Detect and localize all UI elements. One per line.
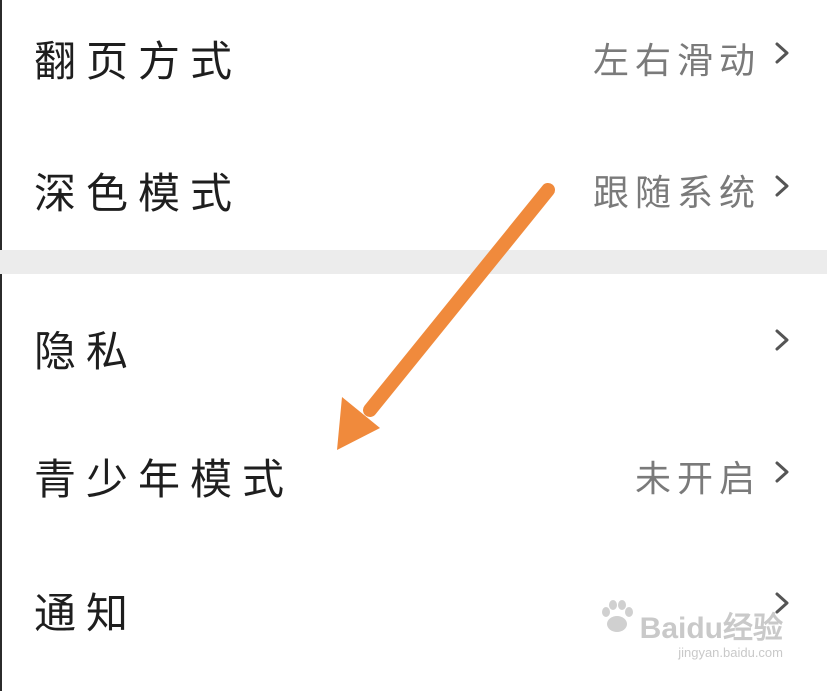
section-divider xyxy=(0,250,827,274)
settings-row-privacy[interactable]: 隐私 xyxy=(0,274,827,404)
setting-label: 隐私 xyxy=(34,327,139,376)
setting-label: 翻页方式 xyxy=(34,37,243,86)
setting-label: 青少年模式 xyxy=(34,455,295,504)
settings-row-dark-mode[interactable]: 深色模式 跟随系统 xyxy=(0,120,827,250)
setting-label: 深色模式 xyxy=(34,169,243,218)
watermark-brand: Baidu经验 xyxy=(639,612,783,645)
watermark-url: jingyan.baidu.com xyxy=(678,645,783,660)
setting-value: 跟随系统 xyxy=(592,173,761,214)
chevron-right-icon xyxy=(769,40,795,66)
chevron-right-icon xyxy=(769,459,795,485)
settings-row-page-turn[interactable]: 翻页方式 左右滑动 xyxy=(0,0,827,110)
setting-value: 未开启 xyxy=(634,459,761,500)
settings-row-teen-mode[interactable]: 青少年模式 未开启 xyxy=(0,404,827,534)
setting-label: 通知 xyxy=(34,589,139,638)
chevron-right-icon xyxy=(769,327,795,353)
paw-logo-icon xyxy=(602,600,633,632)
baidu-watermark: Baidu经验 jingyan.baidu.com xyxy=(602,600,783,673)
chevron-right-icon xyxy=(769,173,795,199)
setting-value: 左右滑动 xyxy=(592,41,761,82)
